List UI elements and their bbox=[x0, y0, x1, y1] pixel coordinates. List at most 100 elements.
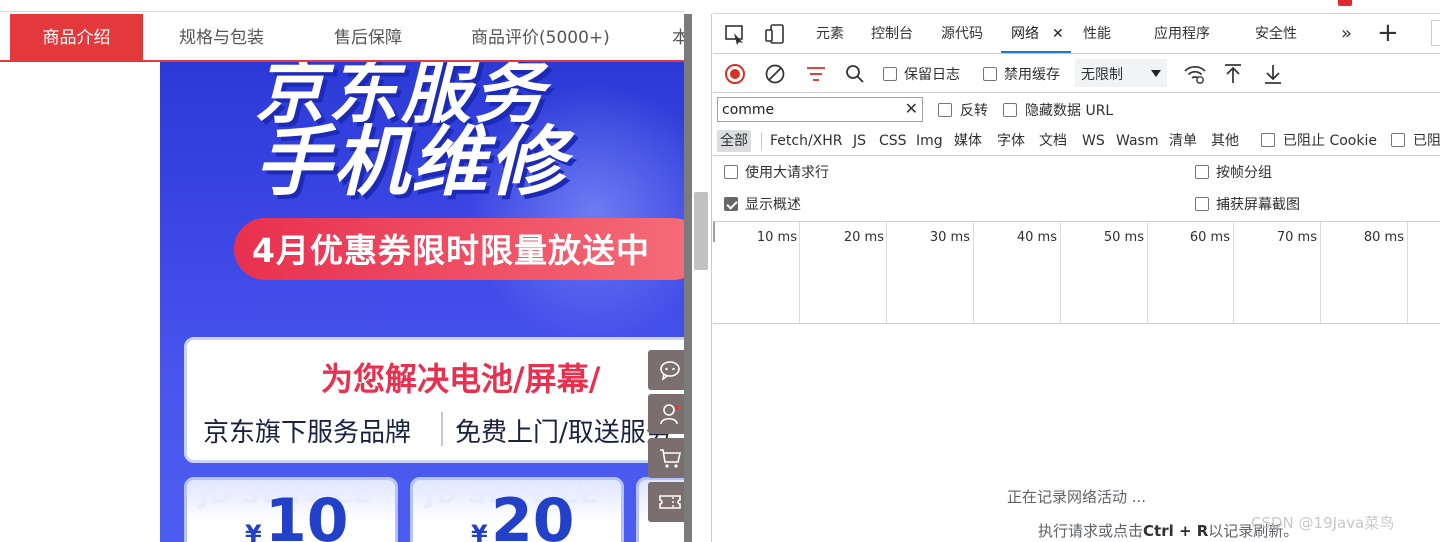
invert-checkbox[interactable] bbox=[938, 103, 952, 117]
search-icon[interactable] bbox=[844, 63, 866, 85]
service-card-divider bbox=[441, 412, 443, 446]
type-fetch-xhr[interactable]: Fetch/XHR bbox=[770, 130, 843, 152]
tab-more[interactable]: 本 bbox=[672, 14, 684, 60]
tab-console[interactable]: 控制台 bbox=[871, 14, 913, 53]
tab-performance[interactable]: 性能 bbox=[1083, 14, 1111, 53]
tab-product-intro[interactable]: 商品介绍 bbox=[10, 14, 143, 60]
type-font[interactable]: 字体 bbox=[997, 130, 1025, 152]
overview-timeline[interactable]: 10 ms 20 ms 30 ms 40 ms 50 ms 60 ms 70 m… bbox=[713, 222, 1440, 324]
filter-row: ✕ 反转 隐藏数据 URL bbox=[713, 94, 1440, 126]
hide-data-urls-label: 隐藏数据 URL bbox=[1025, 103, 1114, 119]
filter-input[interactable] bbox=[722, 100, 900, 120]
capture-screenshots-checkbox[interactable] bbox=[1195, 197, 1209, 211]
show-overview-checkbox[interactable] bbox=[724, 197, 738, 211]
group-by-frame-checkbox[interactable] bbox=[1195, 165, 1209, 179]
big-rows-checkbox[interactable] bbox=[724, 165, 738, 179]
more-tabs-icon[interactable]: » bbox=[1341, 14, 1352, 54]
close-tab-icon[interactable]: ✕ bbox=[1052, 14, 1064, 54]
blocked-cookies-label: 已阻止 Cookie bbox=[1283, 133, 1377, 149]
extension-badge bbox=[1338, 0, 1352, 6]
coupon-pill: 4月优惠券限时限量放送中 bbox=[234, 218, 684, 280]
type-ws[interactable]: WS bbox=[1082, 130, 1105, 152]
timeline-gridline bbox=[886, 222, 887, 323]
chat-icon bbox=[660, 361, 680, 381]
user-button[interactable] bbox=[648, 394, 684, 434]
tab-security[interactable]: 安全性 bbox=[1255, 14, 1297, 53]
record-icon[interactable] bbox=[724, 63, 746, 85]
timeline-gridline bbox=[799, 222, 800, 323]
import-har-icon[interactable] bbox=[1223, 63, 1243, 85]
type-doc[interactable]: 文档 bbox=[1039, 130, 1067, 152]
add-tab-icon[interactable]: + bbox=[1377, 14, 1399, 52]
service-banner-image: 京东服务 手机维修 4月优惠券限时限量放送中 为您解决电池/屏幕/ 京东旗下服务… bbox=[160, 62, 684, 542]
cart-icon bbox=[660, 449, 681, 468]
type-js[interactable]: JS bbox=[853, 130, 866, 152]
tab-specs-packaging[interactable]: 规格与包装 bbox=[179, 14, 264, 60]
disable-cache-checkbox[interactable] bbox=[983, 67, 997, 81]
type-wasm[interactable]: Wasm bbox=[1116, 130, 1158, 152]
floating-toolbar bbox=[648, 350, 684, 530]
big-rows-label: 使用大请求行 bbox=[745, 165, 829, 181]
reload-shortcut: Ctrl + R bbox=[1143, 522, 1209, 540]
page-scrollbar[interactable] bbox=[684, 14, 692, 542]
clear-icon[interactable] bbox=[764, 63, 786, 85]
type-all[interactable]: 全部 bbox=[717, 130, 751, 152]
blocked-requests-label: 已阻 bbox=[1413, 133, 1440, 149]
tab-reviews[interactable]: 商品评价(5000+) bbox=[471, 14, 610, 60]
filter-icon[interactable] bbox=[805, 63, 827, 85]
csdn-watermark: CSDN @19Java菜鸟 bbox=[1251, 514, 1395, 532]
devtools-splitter[interactable] bbox=[692, 14, 712, 542]
service-card-brand: 京东旗下服务品牌 bbox=[203, 418, 412, 448]
devtools-menu-edge[interactable] bbox=[1431, 20, 1440, 46]
page-scrollbar-thumb[interactable] bbox=[694, 192, 708, 270]
network-toolbar: 保留日志 禁用缓存 无限制 bbox=[713, 55, 1440, 93]
type-manifest[interactable]: 清单 bbox=[1169, 130, 1197, 152]
network-conditions-icon[interactable] bbox=[1183, 63, 1207, 85]
export-har-icon[interactable] bbox=[1263, 63, 1283, 85]
timeline-gridline bbox=[1060, 222, 1061, 323]
ticket-button[interactable] bbox=[648, 482, 684, 522]
chat-button[interactable] bbox=[648, 350, 684, 390]
blocked-cookies-checkbox[interactable] bbox=[1261, 133, 1275, 147]
timeline-gridline bbox=[1147, 222, 1148, 323]
service-card: 为您解决电池/屏幕/ 京东旗下服务品牌 免费上门/取送服务 bbox=[184, 337, 684, 463]
hide-data-urls-checkbox[interactable] bbox=[1003, 103, 1017, 117]
show-overview-label: 显示概述 bbox=[745, 197, 801, 213]
timeline-left-marker bbox=[713, 222, 715, 242]
timeline-tick: 40 ms bbox=[1016, 230, 1057, 245]
coupon-pill-text: 4月优惠券限时限量放送中 bbox=[252, 231, 650, 270]
type-separator bbox=[761, 132, 762, 150]
tab-application[interactable]: 应用程序 bbox=[1154, 14, 1210, 53]
cart-button[interactable] bbox=[648, 438, 684, 478]
type-img[interactable]: Img bbox=[916, 130, 943, 152]
devtools-panel: 元素 控制台 源代码 网络 ✕ 性能 应用程序 安全性 » + 保留日志 禁用缓… bbox=[713, 0, 1440, 542]
page-left-gutter bbox=[0, 62, 160, 542]
resource-type-filters: 全部 Fetch/XHR JS CSS Img 媒体 字体 文档 WS Wasm… bbox=[713, 126, 1440, 156]
tab-elements[interactable]: 元素 bbox=[816, 14, 844, 53]
device-toolbar-icon[interactable] bbox=[763, 22, 787, 46]
timeline-tick: 60 ms bbox=[1189, 230, 1230, 245]
inspect-element-icon[interactable] bbox=[723, 22, 747, 46]
timeline-tick: 80 ms bbox=[1363, 230, 1404, 245]
type-other[interactable]: 其他 bbox=[1211, 130, 1239, 152]
filter-field[interactable]: ✕ bbox=[717, 97, 923, 122]
recording-status: 正在记录网络活动 ... bbox=[1006, 488, 1147, 506]
type-css[interactable]: CSS bbox=[879, 130, 907, 152]
blocked-requests-checkbox[interactable] bbox=[1391, 133, 1405, 147]
tab-sources[interactable]: 源代码 bbox=[941, 14, 983, 53]
invert-label: 反转 bbox=[960, 103, 988, 119]
throttling-select[interactable]: 无限制 bbox=[1075, 59, 1167, 87]
timeline-tick: 70 ms bbox=[1276, 230, 1317, 245]
clear-filter-icon[interactable]: ✕ bbox=[905, 99, 918, 118]
voucher-amount: 10 bbox=[265, 486, 349, 542]
chevron-down-icon bbox=[1151, 70, 1161, 77]
user-icon bbox=[660, 404, 680, 425]
banner-headline-main: 手机维修 bbox=[255, 117, 567, 206]
timeline-gridline bbox=[1233, 222, 1234, 323]
tab-after-sales[interactable]: 售后保障 bbox=[334, 14, 402, 60]
preserve-log-checkbox[interactable] bbox=[883, 67, 897, 81]
capture-screenshots-label: 捕获屏幕截图 bbox=[1216, 197, 1300, 213]
devtools-top-edge bbox=[713, 0, 1440, 14]
timeline-tick: 30 ms bbox=[929, 230, 970, 245]
type-media[interactable]: 媒体 bbox=[954, 130, 982, 152]
